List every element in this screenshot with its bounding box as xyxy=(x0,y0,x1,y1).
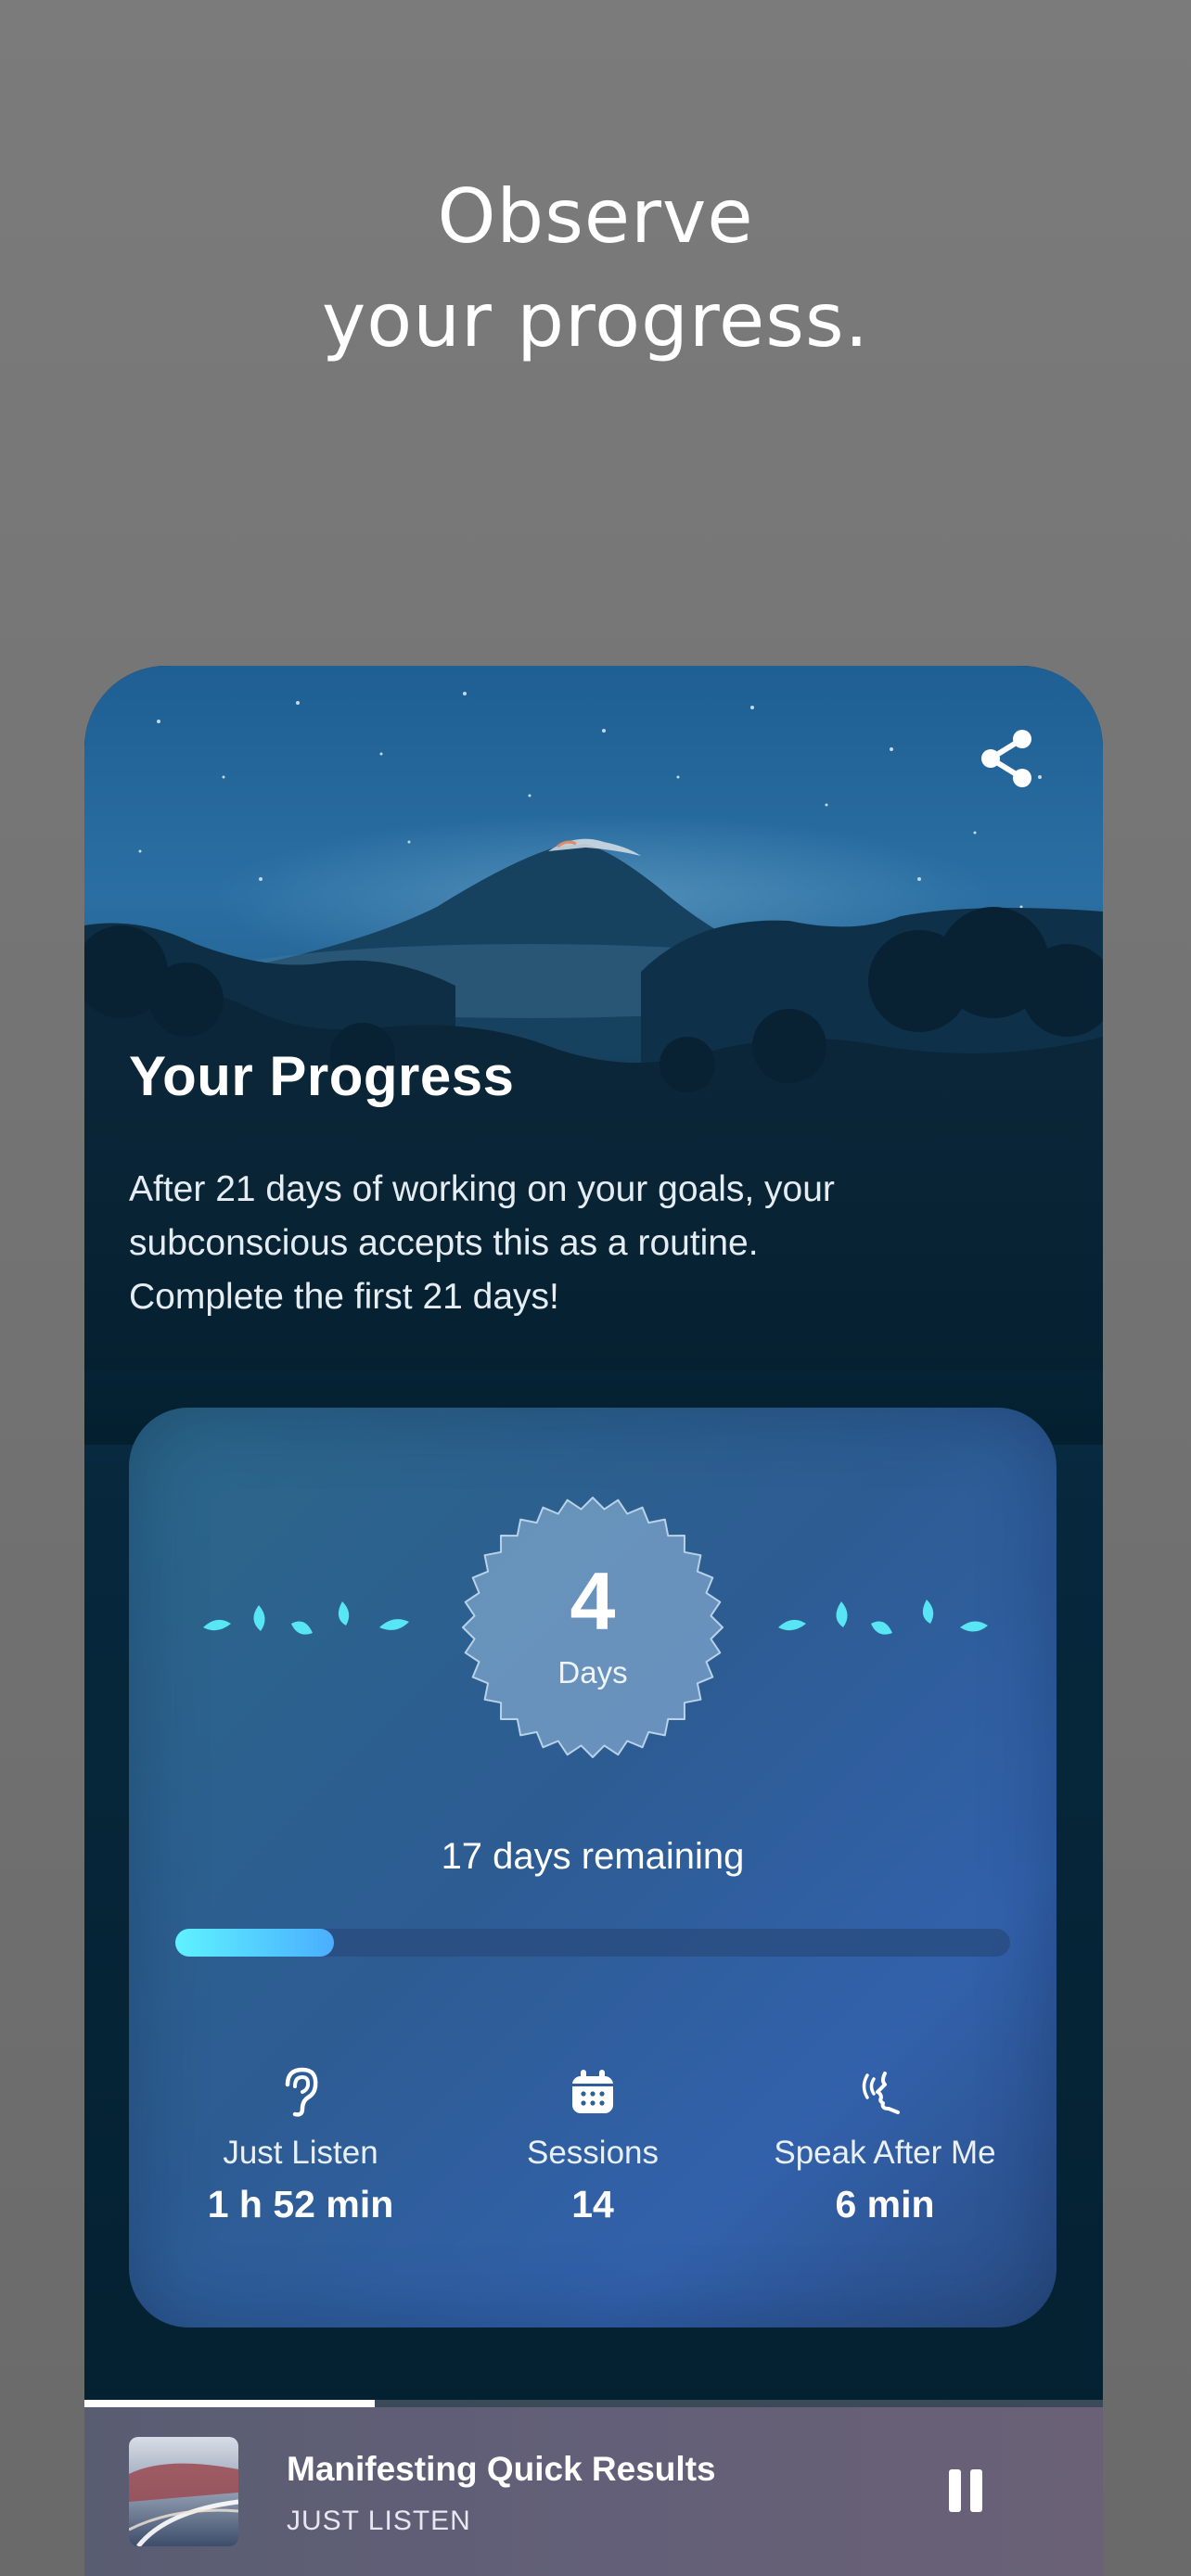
pause-button[interactable] xyxy=(938,2463,993,2519)
progress-description: After 21 days of working on your goals, … xyxy=(129,1163,1019,1324)
days-unit: Days xyxy=(557,1655,628,1690)
description-line: After 21 days of working on your goals, … xyxy=(129,1169,835,1209)
days-count: 4 xyxy=(570,1555,616,1647)
track-thumbnail xyxy=(129,2437,238,2546)
ear-icon xyxy=(285,2067,318,2117)
stat-value: 1 h 52 min xyxy=(207,2183,394,2225)
stat-speak-after-me: Speak After Me 6 min xyxy=(736,2064,1033,2226)
stat-label: Just Listen xyxy=(223,2135,378,2171)
leaves-icon xyxy=(778,1600,988,1635)
calendar-icon xyxy=(572,2070,613,2113)
stat-label: Speak After Me xyxy=(774,2135,996,2171)
description-line: subconscious accepts this as a routine. xyxy=(129,1223,759,1263)
track-mode-label: JUST LISTEN xyxy=(287,2506,471,2536)
player-progress-fill xyxy=(84,2400,375,2407)
share-button[interactable] xyxy=(967,720,1045,797)
stat-sessions: Sessions 14 xyxy=(444,2064,741,2226)
page-title-line-2: your progress. xyxy=(321,277,870,363)
pause-icon xyxy=(949,2469,982,2512)
mini-player[interactable]: Manifesting Quick Results JUST LISTEN xyxy=(84,2407,1103,2576)
progress-bar-fill xyxy=(175,1929,335,1957)
progress-bar xyxy=(175,1929,1010,1957)
days-remaining-text: 17 days remaining xyxy=(441,1836,745,1877)
share-icon xyxy=(981,730,1031,787)
stat-value: 6 min xyxy=(835,2183,935,2225)
progress-stats-panel: 4 Days 17 days remaining Just Listen 1 h… xyxy=(129,1408,1057,2327)
page-title: Observe your progress. xyxy=(0,165,1191,373)
leaves-icon xyxy=(203,1601,409,1635)
speaking-head-icon xyxy=(862,2072,900,2114)
track-title: Manifesting Quick Results xyxy=(287,2450,716,2488)
description-line: Complete the first 21 days! xyxy=(129,1277,559,1317)
stat-value: 14 xyxy=(571,2183,614,2225)
phone-screen: Your Progress After 21 days of working o… xyxy=(84,666,1103,2576)
track-thumbnail-image xyxy=(129,2437,238,2546)
stat-label: Sessions xyxy=(526,2135,660,2171)
progress-heading: Your Progress xyxy=(129,1045,515,1107)
days-badge: 4 Days xyxy=(461,1496,724,1759)
player-progress-bar[interactable] xyxy=(84,2400,1103,2407)
stat-just-listen: Just Listen 1 h 52 min xyxy=(152,2064,449,2226)
page-title-line-1: Observe xyxy=(437,173,754,260)
